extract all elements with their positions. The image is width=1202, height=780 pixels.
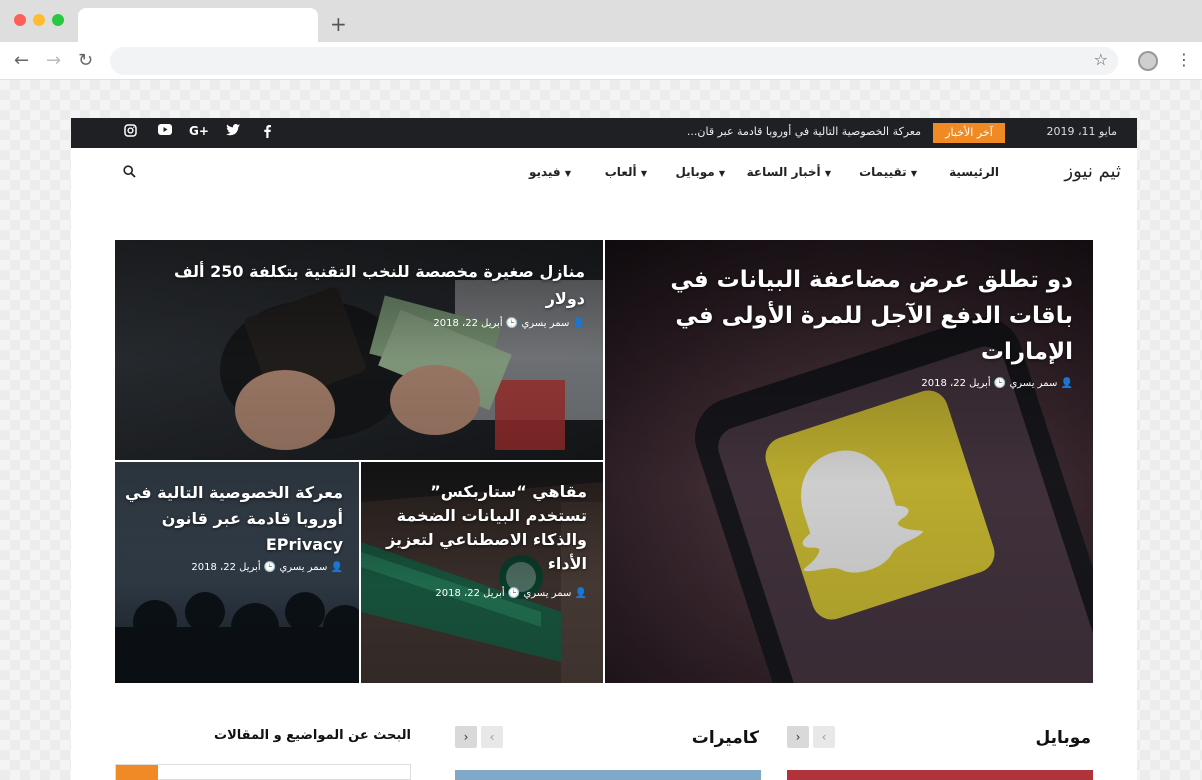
author-name[interactable]: سمر يسري — [523, 588, 571, 599]
post-date: أبريل 22، 2018 — [921, 378, 991, 389]
featured-bottom-right-title[interactable]: مقاهي “ستاربكس” تستخدم البيانات الضخمة و… — [377, 480, 587, 576]
site-logo[interactable]: ثيم نيوز — [1064, 161, 1121, 182]
user-icon: 👤 — [574, 588, 587, 599]
browser-toolbar: ← → ↻ ☆ ⋮ — [0, 42, 1202, 80]
search-icon[interactable] — [123, 163, 136, 182]
search-input[interactable] — [115, 764, 411, 780]
featured-main-card[interactable]: دو تطلق عرض مضاعفة البيانات في باقات الد… — [605, 240, 1093, 683]
nav-reviews[interactable]: تقييمات ▼ — [859, 165, 923, 179]
current-date: مايو 11، 2019 — [1046, 125, 1117, 138]
prev-arrow-button[interactable]: ‹ — [481, 726, 503, 748]
user-icon: 👤 — [1060, 378, 1073, 389]
nav-label: أخبار الساعة — [746, 165, 821, 179]
browser-menu-icon[interactable]: ⋮ — [1176, 50, 1192, 69]
next-arrow-button[interactable]: › — [787, 726, 809, 748]
latest-news-label: آخر الأخبار — [933, 123, 1005, 143]
bookmark-star-icon[interactable]: ☆ — [1094, 50, 1108, 69]
twitter-icon[interactable] — [226, 124, 240, 139]
profile-avatar[interactable] — [1138, 51, 1158, 71]
user-icon: 👤 — [572, 318, 585, 329]
featured-top-title[interactable]: منازل صغيرة مخصصة للنخب التقنية بتكلفة 2… — [165, 258, 585, 312]
section-title-mobile[interactable]: موبايل — [1035, 728, 1091, 748]
forward-icon[interactable]: → — [46, 50, 61, 71]
clock-icon: 🕒 — [263, 562, 277, 573]
new-tab-icon[interactable]: + — [330, 12, 347, 36]
facebook-icon[interactable] — [262, 124, 272, 141]
featured-main-meta: 👤 سمر يسري 🕒 أبريل 22، 2018 — [921, 378, 1073, 389]
main-header: ثيم نيوز الرئيسية تقييمات ▼ أخبار الساعة… — [71, 148, 1137, 198]
author-name[interactable]: سمر يسري — [1009, 378, 1057, 389]
browser-tab[interactable] — [78, 8, 318, 42]
search-submit-button[interactable] — [116, 765, 158, 780]
nav-label: فيديو — [528, 165, 561, 179]
featured-bottom-left-title[interactable]: معركة الخصوصية التالية في أوروبا قادمة ع… — [123, 480, 343, 558]
featured-main-title[interactable]: دو تطلق عرض مضاعفة البيانات في باقات الد… — [633, 262, 1073, 370]
google-plus-icon[interactable]: G+ — [189, 124, 209, 138]
website: مايو 11، 2019 آخر الأخبار معركة الخصوصية… — [71, 118, 1137, 780]
reload-icon[interactable]: ↻ — [78, 50, 93, 71]
section-title-cameras[interactable]: كاميرات — [692, 728, 759, 748]
mobile-thumbnail[interactable] — [787, 770, 1093, 780]
back-icon[interactable]: ← — [14, 50, 29, 71]
nav-games[interactable]: ألعاب ▼ — [605, 165, 653, 179]
featured-bottom-right-meta: 👤 سمر يسري 🕒 أبريل 22، 2018 — [435, 588, 587, 599]
prev-arrow-button[interactable]: ‹ — [813, 726, 835, 748]
maximize-window-button[interactable] — [52, 14, 64, 26]
top-bar: مايو 11، 2019 آخر الأخبار معركة الخصوصية… — [71, 118, 1137, 148]
clock-icon: 🕒 — [993, 378, 1007, 389]
clock-icon: 🕒 — [507, 588, 521, 599]
author-name[interactable]: سمر يسري — [279, 562, 327, 573]
sidebar-search-title: البحث عن المواضيع و المقالات — [214, 728, 411, 743]
news-ticker[interactable]: معركة الخصوصية التالية في أوروبا قادمة ع… — [611, 125, 921, 138]
post-date: أبريل 22، 2018 — [435, 588, 505, 599]
dropdown-caret-icon: ▼ — [640, 169, 647, 178]
featured-bottom-left-card[interactable]: معركة الخصوصية التالية في أوروبا قادمة ع… — [115, 462, 359, 683]
nav-home[interactable]: الرئيسية — [949, 165, 999, 179]
address-bar[interactable]: ☆ — [110, 47, 1118, 75]
youtube-icon[interactable] — [158, 124, 172, 138]
nav-video[interactable]: فيديو ▼ — [529, 165, 577, 179]
clock-icon: 🕒 — [505, 318, 519, 329]
nav-mobile[interactable]: موبايل ▼ — [675, 165, 731, 179]
dropdown-caret-icon: ▼ — [910, 169, 917, 178]
nav-label: موبايل — [675, 165, 715, 179]
dropdown-caret-icon: ▼ — [824, 169, 831, 178]
featured-top-card[interactable]: منازل صغيرة مخصصة للنخب التقنية بتكلفة 2… — [115, 240, 603, 460]
featured-top-meta: 👤 سمر يسري 🕒 أبريل 22، 2018 — [433, 318, 585, 329]
minimize-window-button[interactable] — [33, 14, 45, 26]
nav-breaking-news[interactable]: أخبار الساعة ▼ — [747, 165, 837, 179]
featured-bottom-right-card[interactable]: مقاهي “ستاربكس” تستخدم البيانات الضخمة و… — [361, 462, 603, 683]
dropdown-caret-icon: ▼ — [564, 169, 571, 178]
instagram-icon[interactable] — [124, 124, 137, 140]
featured-bottom-left-meta: 👤 سمر يسري 🕒 أبريل 22، 2018 — [191, 562, 343, 573]
close-window-button[interactable] — [14, 14, 26, 26]
user-icon: 👤 — [330, 562, 343, 573]
nav-label: الرئيسية — [949, 165, 999, 179]
post-date: أبريل 22، 2018 — [433, 318, 503, 329]
dropdown-caret-icon: ▼ — [718, 169, 725, 178]
next-arrow-button[interactable]: › — [455, 726, 477, 748]
browser-tab-bar: + — [0, 0, 1202, 42]
post-date: أبريل 22، 2018 — [191, 562, 261, 573]
cameras-thumbnail[interactable] — [455, 770, 761, 780]
nav-label: تقييمات — [859, 165, 907, 179]
nav-label: ألعاب — [604, 165, 637, 179]
author-name[interactable]: سمر يسري — [521, 318, 569, 329]
